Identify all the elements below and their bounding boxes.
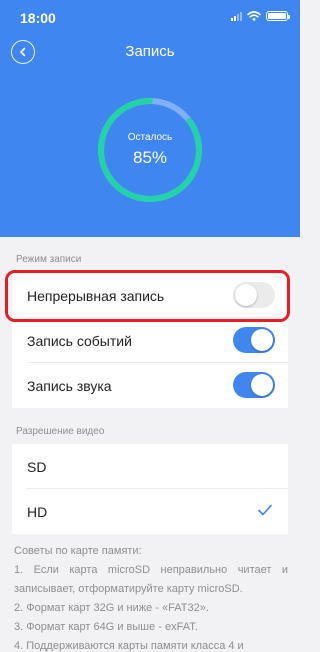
event-recording-toggle[interactable] bbox=[233, 327, 275, 353]
tips-heading: Советы по карте памяти: bbox=[14, 545, 142, 557]
audio-recording-label: Запись звука bbox=[27, 377, 112, 394]
storage-readout: Осталось 85% bbox=[95, 95, 205, 205]
page-title: Запись bbox=[125, 43, 175, 60]
record-mode-row-events: Запись событий bbox=[12, 318, 288, 363]
video-resolution-label: Разрешение видео bbox=[16, 426, 105, 437]
resolution-option-hd[interactable]: HD bbox=[12, 489, 288, 534]
status-time: 18:00 bbox=[20, 10, 56, 26]
signal-icon bbox=[231, 11, 242, 21]
event-recording-label: Запись событий bbox=[27, 332, 132, 349]
resolution-sd-label: SD bbox=[27, 458, 47, 475]
battery-icon bbox=[266, 11, 290, 21]
tips-line: 4. Поддерживаются карты памяти класса 4 … bbox=[14, 640, 244, 652]
status-icons bbox=[231, 11, 290, 21]
resolution-hd-label: HD bbox=[27, 503, 48, 520]
header: 18:00 Запись Осталось 85% bbox=[0, 0, 300, 237]
storage-remaining-value: 85% bbox=[132, 148, 168, 167]
continuous-recording-label: Непрерывная запись bbox=[27, 287, 165, 304]
memory-card-tips: Советы по карте памяти: 1. Если карта mi… bbox=[14, 542, 288, 652]
status-bar: 18:00 bbox=[0, 0, 300, 36]
check-icon bbox=[258, 504, 272, 516]
record-mode-row-audio: Запись звука bbox=[12, 363, 288, 408]
record-mode-card: Непрерывная запись Запись событий Запись… bbox=[12, 273, 288, 408]
video-resolution-card: SD HD bbox=[12, 444, 288, 534]
tips-line: 2. Формат карт 32G и ниже - «FAT32». bbox=[14, 602, 209, 614]
continuous-recording-toggle[interactable] bbox=[233, 282, 275, 308]
record-mode-row-continuous: Непрерывная запись bbox=[12, 273, 288, 318]
storage-remaining-label: Осталось bbox=[127, 132, 173, 143]
audio-recording-toggle[interactable] bbox=[233, 372, 275, 398]
tips-line: 3. Формат карт 64G и выше - exFAT. bbox=[14, 621, 198, 633]
wifi-icon bbox=[247, 11, 261, 21]
record-mode-label: Режим записи bbox=[16, 254, 82, 265]
resolution-option-sd[interactable]: SD bbox=[12, 444, 288, 489]
tips-line: 1. Если карта microSD неправильно читает… bbox=[14, 564, 288, 595]
